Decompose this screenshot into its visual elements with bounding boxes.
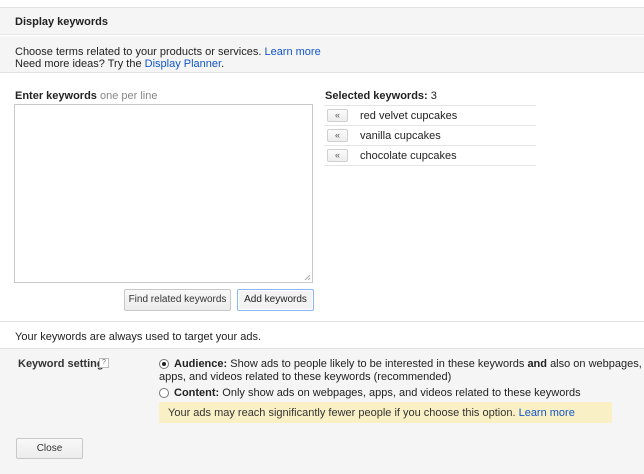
intro-band: Choose terms related to your products or…: [0, 36, 644, 73]
intro-text-2: Need more ideas? Try the: [15, 58, 142, 70]
remove-keyword-button[interactable]: «: [327, 129, 348, 142]
warning-text: Your ads may reach significantly fewer p…: [168, 407, 516, 419]
keywords-textarea[interactable]: [14, 104, 313, 283]
targeting-notice: Your keywords are always used to target …: [0, 321, 644, 349]
intro-line-1: Choose terms related to your products or…: [15, 46, 321, 58]
audience-title: Audience:: [174, 358, 228, 370]
keyword-text: chocolate cupcakes: [360, 150, 457, 162]
content-option-text: Content: Only show ads on webpages, apps…: [174, 387, 581, 399]
enter-keywords-label: Enter keywords one per line: [15, 90, 157, 102]
content-title: Content:: [174, 387, 220, 399]
intro-text-1: Choose terms related to your products or…: [15, 46, 262, 58]
audience-option-text: Audience: Show ads to people likely to b…: [174, 358, 642, 370]
audience-desc-a: Show ads to people likely to be interest…: [230, 358, 525, 370]
selected-keywords-list: « red velvet cupcakes « vanilla cupcakes…: [324, 105, 536, 166]
warning-message: Your ads may reach significantly fewer p…: [159, 402, 612, 423]
enter-keywords-hint: one per line: [99, 90, 158, 102]
list-item: « red velvet cupcakes: [324, 106, 536, 126]
audience-desc-line-2: apps, and videos related to these keywor…: [159, 371, 452, 383]
remove-keyword-button[interactable]: «: [327, 149, 348, 162]
content-desc: Only show ads on webpages, apps, and vid…: [222, 387, 581, 399]
close-button[interactable]: Close: [16, 438, 83, 459]
keyword-text: red velvet cupcakes: [360, 110, 458, 122]
help-icon[interactable]: ?: [99, 358, 109, 368]
add-keywords-button[interactable]: Add keywords: [237, 289, 314, 311]
resize-grip-icon[interactable]: [303, 273, 311, 281]
intro-period: .: [221, 58, 225, 70]
intro-line-2: Need more ideas? Try the Display Planner…: [15, 58, 224, 70]
selected-keywords-label: Selected keywords: 3: [325, 90, 437, 102]
content-radio[interactable]: [159, 388, 169, 398]
display-keywords-dialog: Display keywords Choose terms related to…: [0, 0, 644, 474]
selected-keywords-title: Selected keywords:: [325, 90, 428, 102]
keyword-setting-label: Keyword setting: [18, 358, 104, 370]
learn-more-link[interactable]: Learn more: [264, 46, 320, 58]
warning-text-wrap: Your ads may reach significantly fewer p…: [168, 407, 575, 419]
find-related-keywords-button[interactable]: Find related keywords: [124, 289, 231, 311]
keyword-text: vanilla cupcakes: [360, 130, 441, 142]
audience-and: and: [527, 358, 547, 370]
targeting-notice-text: Your keywords are always used to target …: [15, 331, 262, 343]
warning-learn-more-link[interactable]: Learn more: [519, 407, 575, 419]
enter-keywords-title: Enter keywords: [15, 90, 97, 102]
list-item: « vanilla cupcakes: [324, 126, 536, 146]
audience-desc-b: also on webpages,: [550, 358, 642, 370]
remove-keyword-button[interactable]: «: [327, 109, 348, 122]
dialog-header: Display keywords: [0, 7, 644, 35]
display-planner-link[interactable]: Display Planner: [145, 58, 221, 70]
dialog-title: Display keywords: [15, 16, 108, 28]
list-item: « chocolate cupcakes: [324, 146, 536, 166]
audience-radio[interactable]: [159, 359, 169, 369]
selected-keywords-count: 3: [430, 90, 437, 102]
